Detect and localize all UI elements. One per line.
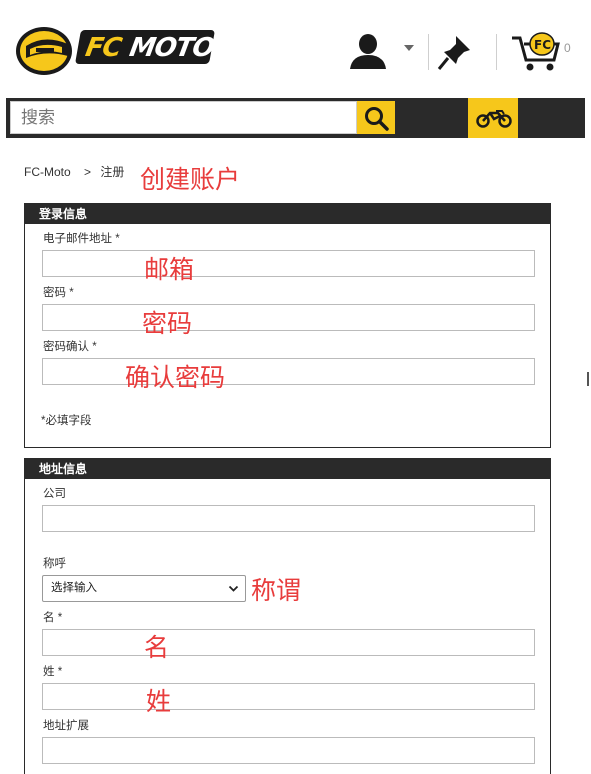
address-extension-label: 地址扩展 <box>43 720 89 732</box>
search-bar <box>6 98 585 138</box>
email-label: 电子邮件地址 * <box>43 233 120 245</box>
salutation-select-value: 选择输入 <box>51 582 97 594</box>
breadcrumb-home-link[interactable]: FC-Moto <box>24 165 71 179</box>
login-info-section: 登录信息 电子邮件地址 * 密码 * 密码确认 * *必填字段 <box>24 203 551 448</box>
first-name-label: 名 * <box>43 612 63 624</box>
address-section-title: 地址信息 <box>25 459 550 479</box>
pin-icon[interactable] <box>436 32 476 72</box>
logo-fc-text: FC <box>83 33 124 63</box>
logo-wordmark: FC MOTO <box>75 30 217 64</box>
chevron-down-icon[interactable] <box>404 45 414 52</box>
fc-moto-logo[interactable]: FC MOTO <box>14 22 217 78</box>
salutation-select[interactable]: 选择输入 <box>42 575 246 602</box>
scrollbar-marker[interactable] <box>587 372 589 386</box>
confirm-password-label: 密码确认 * <box>43 341 97 353</box>
header-divider <box>428 34 429 70</box>
cart-count: 0 <box>564 41 571 55</box>
chevron-down-icon <box>228 585 239 592</box>
password-field[interactable] <box>42 304 535 331</box>
header-divider <box>496 34 497 70</box>
logo-moto-text: MOTO <box>127 33 217 63</box>
search-button[interactable] <box>357 101 395 134</box>
address-info-section: 地址信息 公司 称呼 选择输入 名 * 姓 * 地址扩展 <box>24 458 551 774</box>
breadcrumb-current: 注册 <box>100 165 125 179</box>
company-field[interactable] <box>42 505 535 532</box>
annotation-password: 密码 <box>142 309 193 338</box>
annotation-salutation: 称谓 <box>251 576 302 605</box>
breadcrumb: FC-Moto > 注册 <box>24 163 124 180</box>
salutation-label: 称呼 <box>43 558 66 570</box>
login-section-title: 登录信息 <box>25 204 550 224</box>
first-name-field[interactable] <box>42 629 535 656</box>
annotation-first-name: 名 <box>144 633 170 662</box>
vehicle-selector-button[interactable] <box>468 98 518 138</box>
address-extension-field[interactable] <box>42 737 535 764</box>
confirm-password-field[interactable] <box>42 358 535 385</box>
required-fields-note: *必填字段 <box>41 415 92 427</box>
search-input[interactable] <box>10 101 357 134</box>
annotation-last-name: 姓 <box>146 687 172 716</box>
cart-icon[interactable]: FC <box>510 30 562 72</box>
site-header: FC MOTO FC 0 <box>0 0 591 98</box>
helmet-logo-icon <box>16 27 72 75</box>
annotation-confirm-password: 确认密码 <box>125 363 226 392</box>
breadcrumb-separator: > <box>84 164 92 179</box>
email-field[interactable] <box>42 250 535 277</box>
last-name-field[interactable] <box>42 683 535 710</box>
annotation-create-account: 创建账户 <box>140 165 241 194</box>
user-icon[interactable] <box>346 33 390 69</box>
last-name-label: 姓 * <box>43 666 63 678</box>
svg-text:FC: FC <box>534 38 551 52</box>
motorbike-icon <box>476 110 512 128</box>
password-label: 密码 * <box>43 287 74 299</box>
annotation-email: 邮箱 <box>144 255 195 284</box>
search-icon <box>365 107 389 131</box>
company-label: 公司 <box>43 488 66 500</box>
